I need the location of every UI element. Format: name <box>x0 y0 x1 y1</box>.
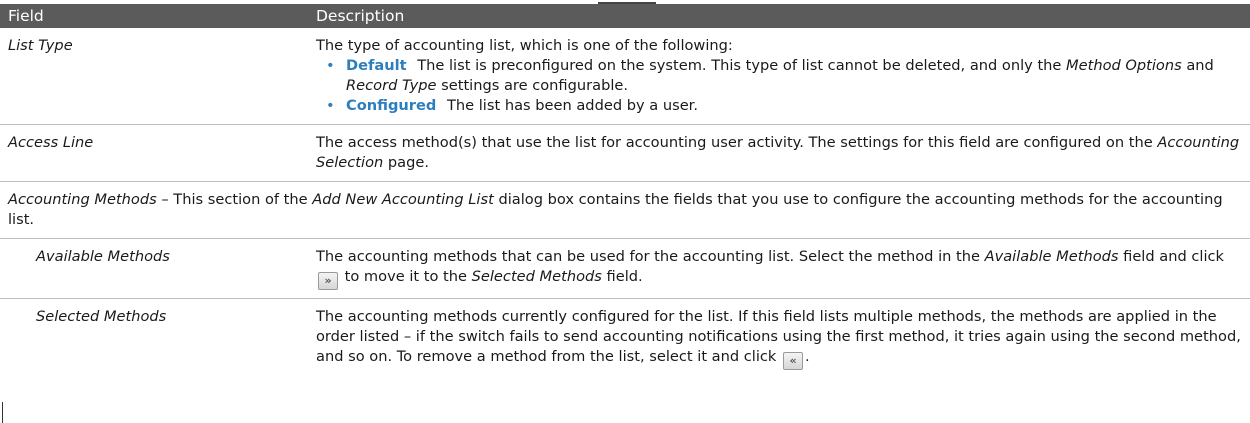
available-em-available-methods: Available Methods <box>984 248 1119 265</box>
description-selected-methods: The accounting methods currently configu… <box>308 299 1250 379</box>
column-header-description: Description <box>308 4 1250 28</box>
bullet-icon: • <box>326 57 335 74</box>
selected-text-1: The accounting methods currently configu… <box>316 308 1241 365</box>
default-text-3: settings are configurable. <box>441 77 629 94</box>
move-left-icon: « <box>783 352 804 370</box>
available-text-3: to move it to the <box>344 268 467 285</box>
list-item-default: • Default The list is preconfigured on t… <box>326 56 1242 96</box>
term-configured: Configured <box>346 97 437 114</box>
available-text-2: field and click <box>1123 248 1224 265</box>
default-em-record-type: Record Type <box>346 77 437 94</box>
field-name-selected-methods: Selected Methods <box>36 308 167 325</box>
column-header-field: Field <box>0 4 308 28</box>
description-access-line: The access method(s) that use the list f… <box>308 124 1250 182</box>
list-item-configured: • Configured The list has been added by … <box>326 96 1242 116</box>
default-em-method-options: Method Options <box>1066 57 1182 74</box>
section-text-1: – This section of the <box>161 191 308 208</box>
selected-text-2: . <box>805 348 810 365</box>
table-row-accounting-methods-section: Accounting Methods – This section of the… <box>0 181 1250 239</box>
move-right-icon: » <box>318 272 338 290</box>
configured-text-1: The list has been added by a user. <box>446 97 698 114</box>
field-name-available-methods: Available Methods <box>0 238 308 299</box>
field-name-list-type: List Type <box>0 28 308 125</box>
description-list-type: The type of accounting list, which is on… <box>308 28 1250 125</box>
available-text-4: field. <box>606 268 643 285</box>
available-em-selected-methods: Selected Methods <box>471 268 602 285</box>
table-header-row: Field Description <box>0 4 1250 28</box>
access-line-text-1: The access method(s) that use the list f… <box>316 134 1153 151</box>
term-default: Default <box>346 57 407 74</box>
list-type-options: • Default The list is preconfigured on t… <box>316 56 1242 116</box>
table-row-selected-methods: Selected Methods The accounting methods … <box>0 299 1250 379</box>
table-row-access-line: Access Line The access method(s) that us… <box>0 124 1250 182</box>
available-text-1: The accounting methods that can be used … <box>316 248 980 265</box>
field-name-access-line: Access Line <box>0 124 308 182</box>
left-edge-rule <box>2 402 3 423</box>
access-line-text-2: page. <box>387 154 429 171</box>
bullet-icon: • <box>326 97 335 114</box>
section-em-add-new-accounting-list: Add New Accounting List <box>312 191 494 208</box>
field-description-table: Field Description List Type The type of … <box>0 4 1250 378</box>
default-text-1: The list is preconfigured on the system.… <box>417 57 1062 74</box>
default-text-2: and <box>1186 57 1214 74</box>
table-row-available-methods: Available Methods The accounting methods… <box>0 238 1250 299</box>
list-type-intro: The type of accounting list, which is on… <box>316 37 733 54</box>
description-available-methods: The accounting methods that can be used … <box>308 238 1250 299</box>
section-title-accounting-methods: Accounting Methods <box>8 191 157 208</box>
table-row-list-type: List Type The type of accounting list, w… <box>0 28 1250 125</box>
section-accounting-methods: Accounting Methods – This section of the… <box>0 181 1250 239</box>
